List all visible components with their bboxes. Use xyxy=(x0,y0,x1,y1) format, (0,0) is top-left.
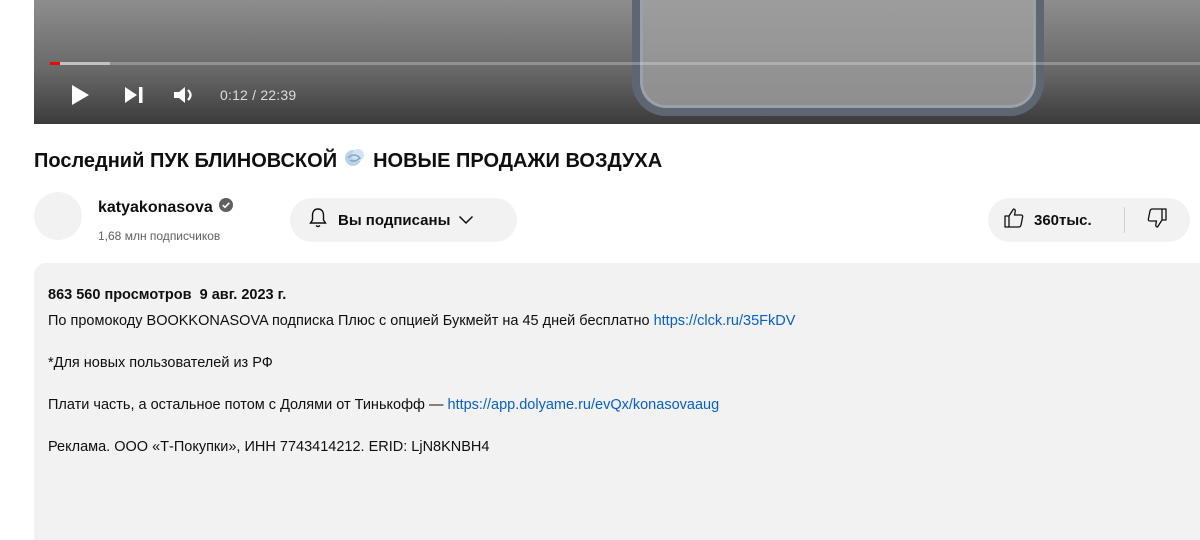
view-count: 863 560 просмотров xyxy=(48,287,192,303)
bell-icon xyxy=(308,207,328,233)
thumbs-down-icon xyxy=(1145,206,1169,235)
video-player[interactable]: 0:12 / 22:39 xyxy=(34,0,1200,124)
player-controls: 0:12 / 22:39 xyxy=(66,80,296,110)
like-count: 360тыс. xyxy=(1034,211,1092,229)
thumbs-up-icon xyxy=(1002,206,1026,235)
description-meta: 863 560 просмотров 9 авг. 2023 г. xyxy=(48,285,1200,305)
description-box[interactable]: 863 560 просмотров 9 авг. 2023 г. По про… xyxy=(34,263,1200,540)
play-button[interactable] xyxy=(66,84,94,106)
next-icon xyxy=(123,85,145,105)
channel-name-row[interactable]: katyakonasova xyxy=(98,198,233,217)
progress-played xyxy=(50,62,61,65)
like-button[interactable]: 360тыс. xyxy=(988,198,1124,242)
video-frame-device xyxy=(632,0,1044,116)
chevron-down-icon xyxy=(458,212,474,229)
dolyame-text: Плати часть, а остальное потом с Долями … xyxy=(48,397,448,413)
dashing-away-icon xyxy=(343,147,367,175)
volume-button[interactable] xyxy=(172,85,200,105)
channel-avatar[interactable] xyxy=(34,192,82,240)
description-line-3: Плати часть, а остальное потом с Долями … xyxy=(48,395,1200,415)
promo-link[interactable]: https://clck.ru/35FkDV xyxy=(654,313,796,329)
next-button[interactable] xyxy=(120,85,148,105)
subscriber-count: 1,68 млн подписчиков xyxy=(98,229,221,243)
upload-date: 9 авг. 2023 г. xyxy=(199,287,287,303)
description-line-4: Реклама. ООО «Т-Покупки», ИНН 7743414212… xyxy=(48,439,490,455)
volume-icon xyxy=(173,85,199,105)
title-text-2: НОВЫЕ ПРОДАЖИ ВОЗДУХА xyxy=(373,149,663,172)
channel-name[interactable]: katyakonasova xyxy=(98,199,213,217)
title-text-1: Последний ПУК БЛИНОВСКОЙ xyxy=(34,149,338,172)
progress-bar[interactable] xyxy=(50,62,1200,65)
promo-text: По промокоду BOOKKONASOVA подписка Плюс … xyxy=(48,313,654,329)
dolyame-link[interactable]: https://app.dolyame.ru/evQx/konasovaaug xyxy=(448,397,720,413)
dislike-button[interactable] xyxy=(1125,198,1189,242)
description-line-2: *Для новых пользователей из РФ xyxy=(48,355,273,371)
video-title: Последний ПУК БЛИНОВСКОЙ НОВЫЕ ПРОДАЖИ В… xyxy=(34,147,662,175)
time-display: 0:12 / 22:39 xyxy=(220,87,297,103)
subscribed-button[interactable]: Вы подписаны xyxy=(290,198,517,242)
play-icon xyxy=(69,84,91,106)
description-line-1: По промокоду BOOKKONASOVA подписка Плюс … xyxy=(48,311,1200,331)
verified-icon xyxy=(218,198,233,217)
like-dislike-group: 360тыс. xyxy=(988,198,1190,242)
subscribed-label: Вы подписаны xyxy=(338,211,451,229)
